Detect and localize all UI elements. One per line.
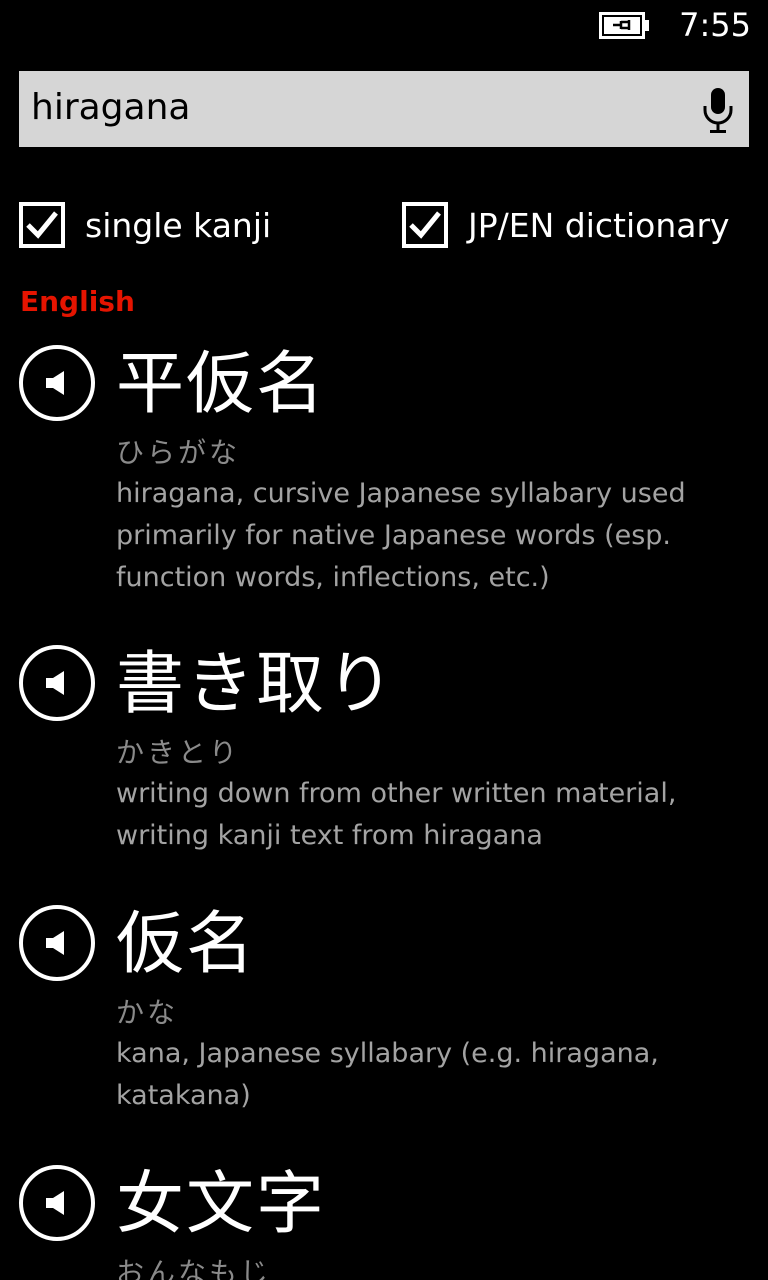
entry-word: 仮名 <box>116 905 257 984</box>
speaker-icon <box>46 1191 64 1215</box>
battery-charging-icon <box>599 12 649 39</box>
checkmark-icon <box>26 211 58 239</box>
speaker-button[interactable] <box>19 645 95 721</box>
section-header-english: English <box>20 285 135 318</box>
speaker-button[interactable] <box>19 1165 95 1241</box>
entry-meaning: kana, Japanese syllabary (e.g. hiragana,… <box>116 1038 659 1111</box>
entry-meaning: hiragana, cursive Japanese syllabary use… <box>116 478 686 593</box>
jp-en-dictionary-checkbox[interactable]: JP/EN dictionary <box>402 197 730 253</box>
entry-reading: かな <box>116 996 179 1029</box>
entry-word: 平仮名 <box>116 345 327 424</box>
clock: 7:55 <box>679 6 751 44</box>
entry-reading: かきとり <box>116 736 241 769</box>
single-kanji-label: single kanji <box>85 205 272 245</box>
single-kanji-checkbox[interactable]: single kanji <box>19 197 271 253</box>
entry-reading: おんなもじ <box>116 1256 272 1280</box>
checkmark-icon <box>409 211 441 239</box>
speaker-button[interactable] <box>19 345 95 421</box>
speaker-icon <box>46 671 64 695</box>
single-kanji-checkbox-box[interactable] <box>19 202 65 248</box>
search-input-value: hiragana <box>31 87 191 128</box>
jp-en-dictionary-label: JP/EN dictionary <box>468 205 730 245</box>
dictionary-page: 7:55 hiragana single kanji JP/EN diction… <box>0 0 768 1280</box>
search-input[interactable]: hiragana <box>19 71 749 147</box>
jp-en-dictionary-checkbox-box[interactable] <box>402 202 448 248</box>
entry-word: 女文字 <box>116 1165 327 1244</box>
microphone-icon[interactable] <box>701 86 735 134</box>
entry-meaning: writing down from other written material… <box>116 778 677 851</box>
speaker-button[interactable] <box>19 905 95 981</box>
status-bar: 7:55 <box>0 0 768 50</box>
speaker-icon <box>46 371 64 395</box>
entry-reading: ひらがな <box>116 436 241 469</box>
speaker-icon <box>46 931 64 955</box>
entry-word: 書き取り <box>116 645 397 724</box>
